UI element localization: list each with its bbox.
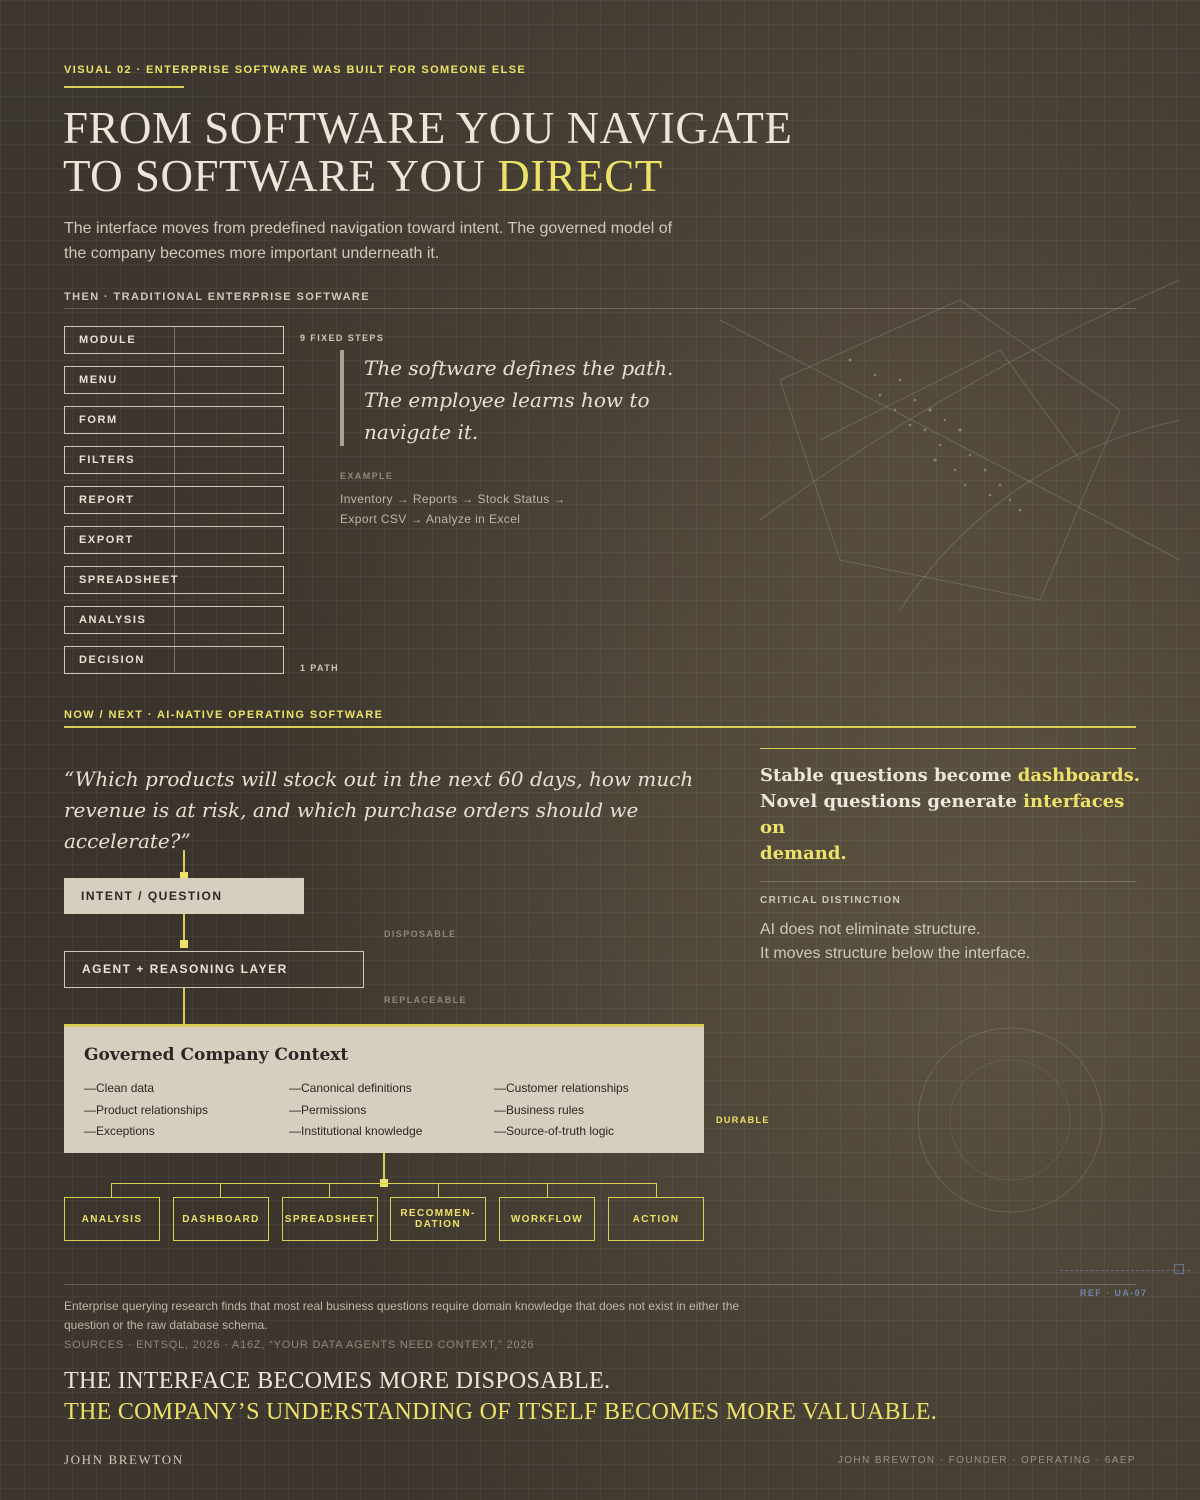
step-analysis: ANALYSIS xyxy=(64,606,284,634)
step-decision: DECISION xyxy=(64,646,284,674)
branch-tick xyxy=(438,1183,439,1197)
sources-line: SOURCES · ENTSQL, 2026 · A16Z, “YOUR DAT… xyxy=(64,1339,535,1351)
fixed-steps-count: 9 FIXED STEPS xyxy=(300,333,385,343)
now-divider xyxy=(64,726,1136,728)
decorative-map-graphic xyxy=(719,279,1181,611)
example-label: EXAMPLE xyxy=(340,471,394,481)
title-line-1: FROM SOFTWARE YOU NAVIGATE xyxy=(63,103,793,153)
subtitle-line-2: the company becomes more important under… xyxy=(64,245,440,262)
step-form: FORM xyxy=(64,406,284,434)
intent-question-box: INTENT / QUESTION xyxy=(64,878,304,914)
side-highlight-demand: demand. xyxy=(760,843,847,864)
page-title: FROM SOFTWARE YOU NAVIGATE TO SOFTWARE Y… xyxy=(63,104,792,200)
context-item: —Source-of-truth logic xyxy=(494,1124,615,1138)
output-action: ACTION xyxy=(608,1197,704,1241)
context-item: —Business rules xyxy=(494,1102,585,1117)
closing-statement: THE INTERFACE BECOMES MORE DISPOSABLE. T… xyxy=(64,1366,937,1428)
research-line-2: question or the raw database schema. xyxy=(64,1318,268,1332)
example-line-1: Inventory → Reports → Stock Status → xyxy=(340,492,566,506)
research-note: Enterprise querying research finds that … xyxy=(64,1297,739,1335)
step-filters: FILTERS xyxy=(64,446,284,474)
output-spreadsheet: SPREADSHEET xyxy=(282,1197,378,1241)
outputs-branch-line xyxy=(111,1183,657,1184)
context-item: —Customer relationships xyxy=(494,1081,629,1095)
context-item: —Permissions xyxy=(289,1102,367,1117)
connector-agent-to-context xyxy=(183,988,185,1024)
author-credit: JOHN BREWTON · FOUNDER · OPERATING · 6AE… xyxy=(837,1455,1136,1466)
output-analysis: ANALYSIS xyxy=(64,1197,160,1241)
critical-distinction-label: CRITICAL DISTINCTION xyxy=(760,895,902,906)
output-dashboard: DASHBOARD xyxy=(173,1197,269,1241)
disposable-label: DISPOSABLE xyxy=(384,929,457,939)
branch-tick xyxy=(111,1183,112,1197)
then-quote: The software defines the path. The emplo… xyxy=(364,352,673,448)
ref-dashed-line xyxy=(1060,1270,1190,1271)
title-line-2: TO SOFTWARE YOU DIRECT xyxy=(63,152,792,200)
context-item: —Product relationships xyxy=(84,1102,209,1117)
intent-question-quote: “Which products will stock out in the ne… xyxy=(64,764,693,857)
side-line-2-prefix: Novel questions generate xyxy=(760,791,1024,812)
author-name: JOHN BREWTON xyxy=(64,1452,184,1467)
then-quote-line-2: The employee learns how to xyxy=(364,388,650,412)
critical-distinction-text: AI does not eliminate structure. It move… xyxy=(760,918,1030,966)
title-line-2-prefix: TO SOFTWARE YOU xyxy=(63,151,498,201)
kicker-underline xyxy=(64,86,184,88)
title-highlight: DIRECT xyxy=(497,151,663,201)
example-line-2: Export CSV → Analyze in Excel xyxy=(340,511,521,526)
then-divider xyxy=(64,308,1136,309)
then-quote-line-1: The software defines the path. xyxy=(364,356,674,380)
branch-tick xyxy=(329,1183,330,1197)
output-workflow: WORKFLOW xyxy=(499,1197,595,1241)
question-line-3: accelerate?” xyxy=(64,829,191,853)
side-highlight-dashboards: dashboards. xyxy=(1017,765,1140,786)
side-mid-rule xyxy=(760,881,1136,882)
ref-marker-icon xyxy=(1174,1264,1184,1274)
context-item: —Clean data xyxy=(84,1081,155,1095)
governed-context-panel: Governed Company Context —Clean data —Ca… xyxy=(64,1024,704,1153)
distinction-line-2: It moves structure below the interface. xyxy=(760,945,1031,962)
then-quote-line-3: navigate it. xyxy=(364,420,479,444)
page-subtitle: The interface moves from predefined navi… xyxy=(64,216,672,266)
side-top-rule xyxy=(760,748,1136,749)
side-statement: Stable questions become dashboards. Nove… xyxy=(760,763,1140,867)
footer-divider xyxy=(64,1284,1136,1285)
connector-node xyxy=(180,940,188,948)
question-line-1: “Which products will stock out in the ne… xyxy=(64,767,694,791)
step-spreadsheet: SPREADSHEET xyxy=(64,566,284,594)
then-section-label: THEN · TRADITIONAL ENTERPRISE SOFTWARE xyxy=(64,291,371,303)
closing-line-2: THE COMPANY’S UNDERSTANDING OF ITSELF BE… xyxy=(64,1399,938,1425)
context-item: —Institutional knowledge xyxy=(289,1124,423,1138)
agent-reasoning-box: AGENT + REASONING LAYER xyxy=(64,951,364,988)
step-report: REPORT xyxy=(64,486,284,514)
branch-tick xyxy=(656,1183,657,1197)
question-line-2: revenue is at risk, and which purchase o… xyxy=(64,798,639,822)
replaceable-label: REPLACEABLE xyxy=(384,995,467,1005)
context-item: —Canonical definitions xyxy=(289,1081,412,1095)
context-item: —Exceptions xyxy=(84,1124,155,1138)
research-line-1: Enterprise querying research finds that … xyxy=(64,1299,740,1313)
context-items-grid: —Clean data —Canonical definitions —Cust… xyxy=(84,1078,684,1143)
context-title: Governed Company Context xyxy=(84,1045,349,1065)
step-module: MODULE xyxy=(64,326,284,354)
step-export: EXPORT xyxy=(64,526,284,554)
distinction-line-1: AI does not eliminate structure. xyxy=(760,921,981,938)
branch-tick xyxy=(547,1183,548,1197)
side-line-1-prefix: Stable questions become xyxy=(760,765,1018,786)
durable-label: DURABLE xyxy=(716,1115,770,1125)
branch-tick xyxy=(220,1183,221,1197)
subtitle-line-1: The interface moves from predefined navi… xyxy=(64,220,673,237)
decorative-circle-graphic xyxy=(917,1027,1103,1213)
example-flow: Inventory → Reports → Stock Status → Exp… xyxy=(340,490,566,529)
ref-code: REF · UA-07 xyxy=(1080,1288,1148,1298)
one-path-label: 1 PATH xyxy=(300,663,340,673)
section-kicker: VISUAL 02 · ENTERPRISE SOFTWARE WAS BUIL… xyxy=(64,64,527,76)
output-recommendation: RECOMMEN- DATION xyxy=(390,1197,486,1241)
step-menu: MENU xyxy=(64,366,284,394)
closing-line-1: THE INTERFACE BECOMES MORE DISPOSABLE. xyxy=(64,1368,611,1394)
quote-bar xyxy=(340,350,344,446)
now-section-label: NOW / NEXT · AI-NATIVE OPERATING SOFTWAR… xyxy=(64,709,384,721)
